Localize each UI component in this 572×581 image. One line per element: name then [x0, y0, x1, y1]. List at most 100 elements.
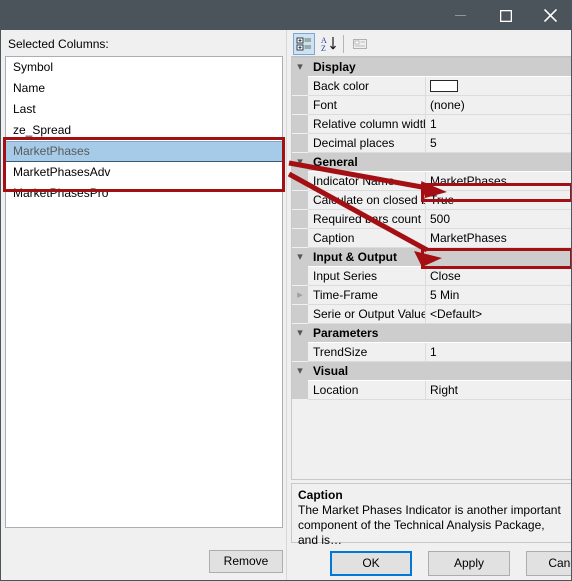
property-category-row[interactable]: ▾ Visual	[292, 362, 571, 381]
property-label: Input Series	[308, 267, 426, 286]
remove-button[interactable]: Remove	[209, 550, 283, 573]
property-label: Serie or Output Value	[308, 305, 426, 324]
property-value[interactable]: (none)	[426, 96, 571, 115]
property-row-gutter	[292, 115, 308, 134]
cancel-button[interactable]: Cancel	[526, 551, 571, 576]
property-category-row[interactable]: ▾ General	[292, 153, 571, 172]
property-row-gutter	[292, 229, 308, 248]
indicator-settings-dialog: Selected Columns: Symbol Name Last ze_Sprea…	[0, 0, 572, 581]
property-label: Back color	[308, 77, 426, 96]
property-row[interactable]: Location Right	[292, 381, 571, 400]
ok-button[interactable]: OK	[330, 551, 412, 576]
apply-button[interactable]: Apply	[428, 551, 510, 576]
property-row-gutter	[292, 77, 308, 96]
splitter-grip	[286, 30, 287, 580]
property-category-name: Input & Output	[308, 248, 571, 267]
property-grid-toolbar: A Z	[291, 32, 571, 57]
toolbar-separator	[343, 35, 344, 53]
property-value[interactable]: 1	[426, 343, 571, 362]
property-row[interactable]: Relative column width 1	[292, 115, 571, 134]
property-label: Relative column width	[308, 115, 426, 134]
minimize-button[interactable]	[438, 1, 483, 30]
selected-columns-list[interactable]: Symbol Name Last ze_Spread MarketPhases Marke…	[5, 56, 283, 528]
property-value[interactable]: 5	[426, 134, 571, 153]
property-category-row[interactable]: ▾ Input & Output	[292, 248, 571, 267]
property-row[interactable]: Font (none)	[292, 96, 571, 115]
maximize-icon	[499, 9, 512, 22]
property-row-gutter	[292, 172, 308, 191]
svg-text:Z: Z	[321, 44, 326, 52]
property-row-gutter	[292, 267, 308, 286]
property-row-gutter	[292, 191, 308, 210]
property-category-name: Visual	[308, 362, 571, 381]
column-list-item[interactable]: MarketPhasesAdv	[6, 162, 282, 183]
property-value[interactable]: <Default>	[426, 305, 571, 324]
property-pages-button[interactable]	[349, 33, 371, 55]
property-value[interactable]: Right	[426, 381, 571, 400]
property-row[interactable]: Back color	[292, 77, 571, 96]
property-value[interactable]: Close	[426, 267, 571, 286]
property-row[interactable]: TrendSize 1	[292, 343, 571, 362]
property-label: Time-Frame	[308, 286, 426, 305]
property-value[interactable]: MarketPhases	[426, 172, 571, 191]
property-row[interactable]: Input Series Close	[292, 267, 571, 286]
title-bar	[1, 1, 571, 30]
property-row[interactable]: ▸ Time-Frame 5 Min	[292, 286, 571, 305]
categorized-view-button[interactable]	[293, 33, 315, 55]
property-category-name: Display	[308, 58, 571, 77]
chevron-down-icon[interactable]: ▾	[292, 362, 308, 381]
property-row-gutter	[292, 343, 308, 362]
close-icon	[544, 9, 557, 22]
help-title: Caption	[298, 488, 343, 502]
property-value[interactable]: True	[426, 191, 571, 210]
property-label: TrendSize	[308, 343, 426, 362]
property-category-row[interactable]: ▾ Display	[292, 58, 571, 77]
property-row[interactable]: Decimal places 5	[292, 134, 571, 153]
property-category-name: General	[308, 153, 571, 172]
property-row[interactable]: Caption MarketPhases	[292, 229, 571, 248]
alphabetical-sort-button[interactable]: A Z	[318, 33, 340, 55]
property-value[interactable]	[426, 77, 571, 96]
categorized-view-icon	[296, 37, 311, 51]
property-pages-icon	[353, 39, 367, 49]
property-value[interactable]: 1	[426, 115, 571, 134]
column-list-item[interactable]: MarketPhasesPro	[6, 183, 282, 204]
column-list-item[interactable]: ze_Spread	[6, 120, 282, 141]
property-grid[interactable]: ▾ Display Back color Font (none) Relative col…	[291, 57, 571, 480]
property-row[interactable]: Calculate on closed b True	[292, 191, 571, 210]
color-swatch[interactable]	[430, 80, 458, 92]
property-row[interactable]: Indicator Name MarketPhases	[292, 172, 571, 191]
chevron-down-icon[interactable]: ▾	[292, 324, 308, 343]
property-label: Indicator Name	[308, 172, 426, 191]
property-value[interactable]: 5 Min	[426, 286, 571, 305]
property-label: Required bars count	[308, 210, 426, 229]
maximize-button[interactable]	[483, 1, 528, 30]
chevron-down-icon[interactable]: ▾	[292, 153, 308, 172]
property-row-gutter	[292, 381, 308, 400]
column-list-item[interactable]: Symbol	[6, 57, 282, 78]
selected-columns-panel: Selected Columns: Symbol Name Last ze_Sprea…	[1, 30, 287, 580]
chevron-down-icon[interactable]: ▾	[292, 248, 308, 267]
column-list-item[interactable]: Name	[6, 78, 282, 99]
property-grid-panel: A Z ▾ Display Back color Font (none) Relative…	[291, 30, 571, 580]
property-row-gutter	[292, 96, 308, 115]
property-label: Caption	[308, 229, 426, 248]
property-label: Location	[308, 381, 426, 400]
property-label: Font	[308, 96, 426, 115]
chevron-down-icon[interactable]: ▾	[292, 58, 308, 77]
property-value[interactable]: 500	[426, 210, 571, 229]
chevron-right-icon[interactable]: ▸	[292, 286, 308, 305]
column-list-item[interactable]: Last	[6, 99, 282, 120]
property-category-row[interactable]: ▾ Parameters	[292, 324, 571, 343]
property-row[interactable]: Serie or Output Value <Default>	[292, 305, 571, 324]
help-description: The Market Phases Indicator is another i…	[298, 503, 561, 547]
column-list-item[interactable]: MarketPhases	[6, 141, 282, 162]
property-value[interactable]: MarketPhases	[426, 229, 571, 248]
selected-columns-label: Selected Columns:	[8, 37, 109, 51]
close-button[interactable]	[528, 1, 571, 30]
minimize-icon	[455, 15, 466, 16]
property-label: Calculate on closed b	[308, 191, 426, 210]
alphabetical-sort-icon: A Z	[321, 36, 336, 52]
property-row[interactable]: Required bars count 500	[292, 210, 571, 229]
property-row-gutter	[292, 134, 308, 153]
